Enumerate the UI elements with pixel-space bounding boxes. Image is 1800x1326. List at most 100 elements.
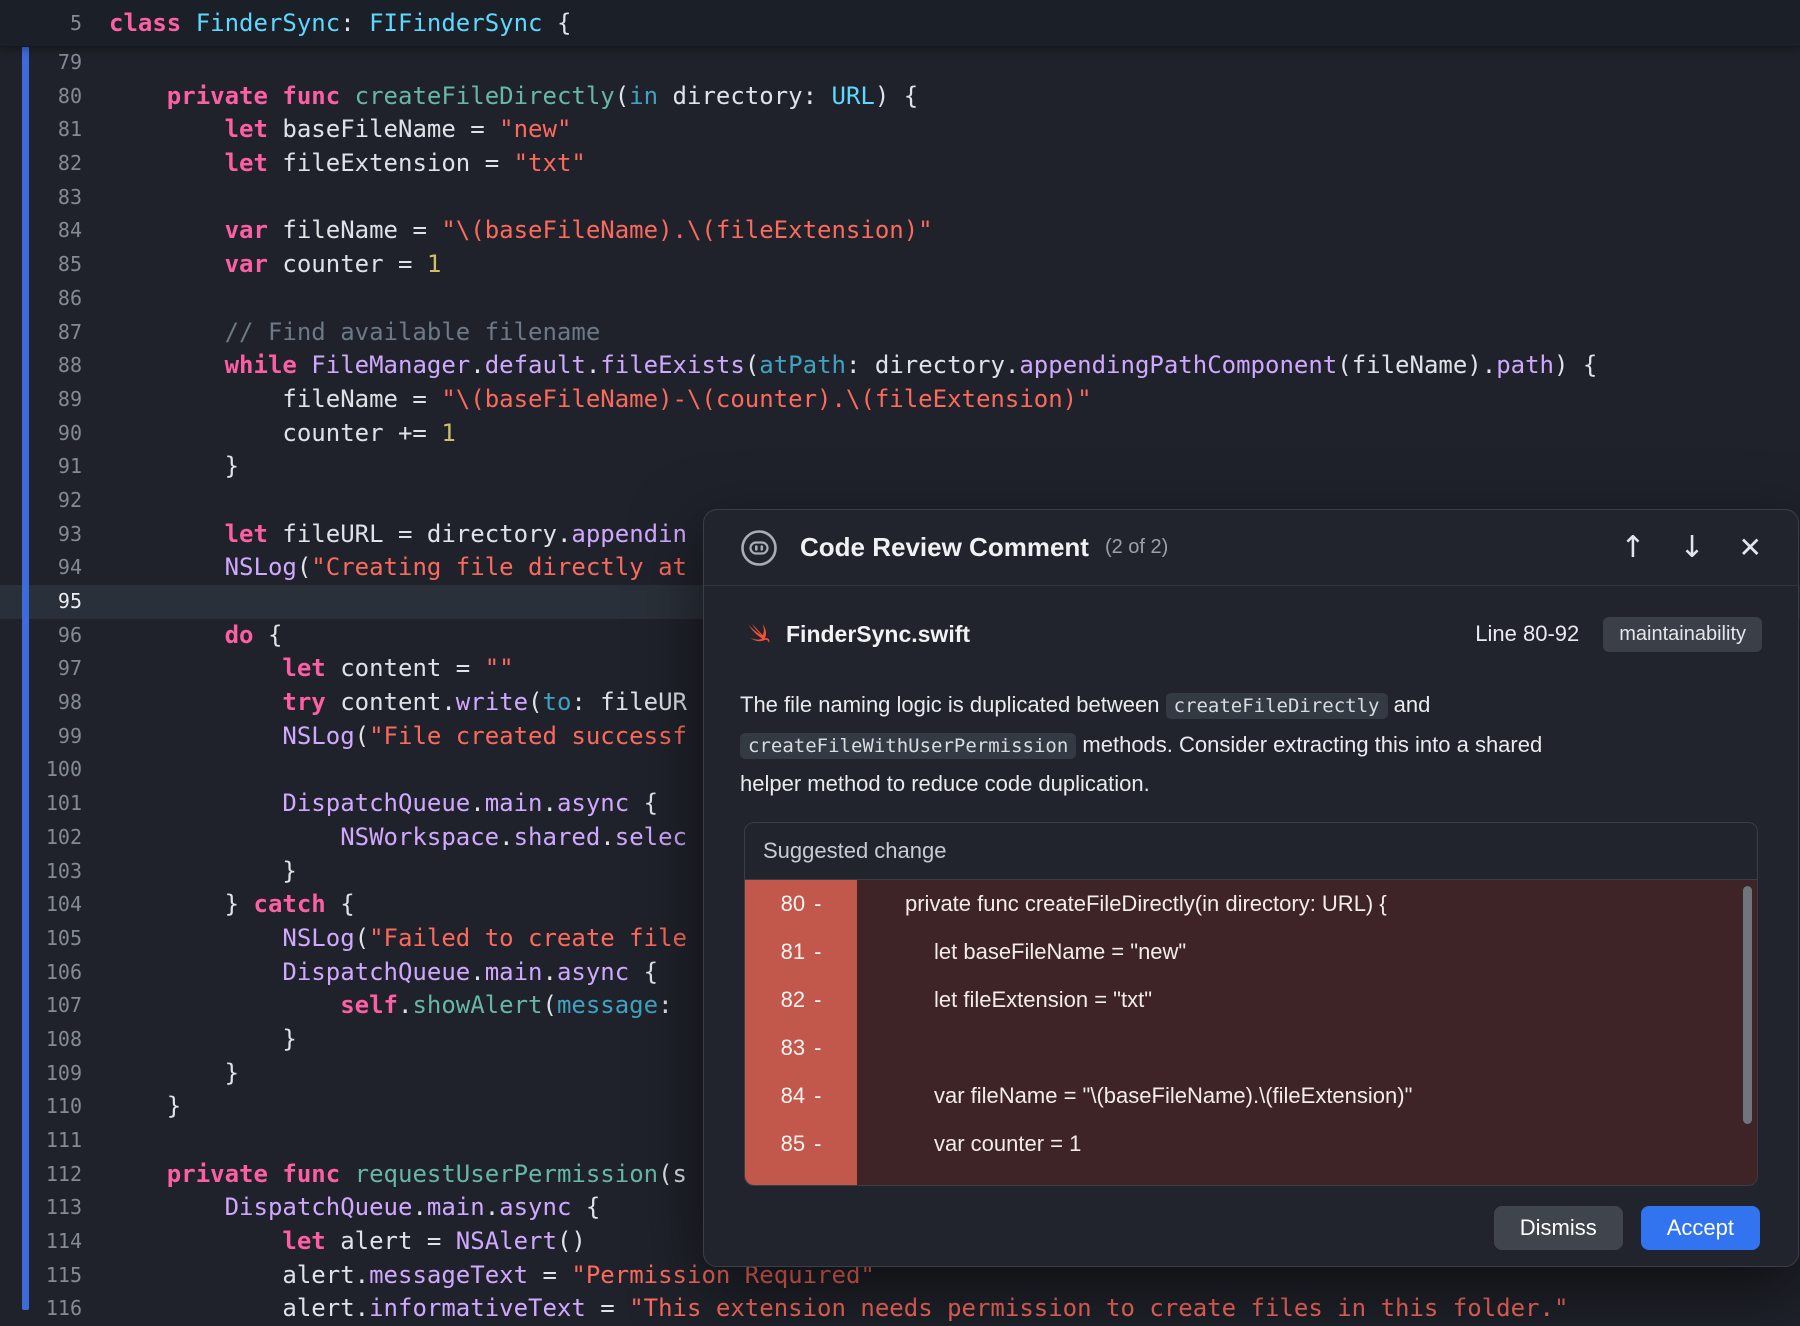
file-name: FinderSync.swift <box>786 621 970 648</box>
line-number: 116 <box>0 1292 82 1326</box>
code-line: 84 var fileName = "\(baseFileName).\(fil… <box>0 214 1800 248</box>
swift-icon <box>740 619 770 649</box>
line-number: 111 <box>0 1124 82 1158</box>
code-text: private func requestUserPermission(s <box>109 1158 687 1192</box>
line-number: 85 <box>0 248 82 282</box>
code-text: NSLog("Failed to create file <box>109 922 687 956</box>
line-number: 105 <box>0 922 82 956</box>
code-text: DispatchQueue.main.async { <box>109 787 658 821</box>
code-text: } <box>109 1057 239 1091</box>
line-number: 96 <box>0 619 82 653</box>
code-line: 116 alert.informativeText = "This extens… <box>0 1292 1800 1326</box>
line-number: 93 <box>0 518 82 552</box>
diff-line-number: 84- <box>745 1072 857 1120</box>
code-line: 89 fileName = "\(baseFileName)-\(counter… <box>0 383 1800 417</box>
line-number: 92 <box>0 484 82 518</box>
line-number: 82 <box>0 147 82 181</box>
line-number: 108 <box>0 1023 82 1057</box>
code-text: while FileManager.default.fileExists(atP… <box>109 349 1597 383</box>
close-icon[interactable]: ✕ <box>1739 534 1762 562</box>
line-number: 100 <box>0 753 82 787</box>
diff-row: 81-let baseFileName = "new" <box>745 928 1757 976</box>
line-number: 84 <box>0 214 82 248</box>
line-number: 80 <box>0 80 82 114</box>
diff-line-number: 85- <box>745 1120 857 1168</box>
code-review-popup: Code Review Comment (2 of 2) ↑ ↓ ✕ Finde… <box>703 509 1799 1267</box>
inline-code: createFileDirectly <box>1166 693 1388 719</box>
code-line: 91 } <box>0 450 1800 484</box>
code-line: 87 // Find available filename <box>0 316 1800 350</box>
code-text: NSWorkspace.shared.selec <box>109 821 687 855</box>
line-number: 113 <box>0 1191 82 1225</box>
diff-area: 80-private func createFileDirectly(in di… <box>745 880 1757 1185</box>
line-number: 107 <box>0 989 82 1023</box>
code-text: NSLog("File created successf <box>109 720 687 754</box>
code-text: let fileExtension = "txt" <box>109 147 586 181</box>
diff-code-text: private func createFileDirectly(in direc… <box>857 891 1387 917</box>
diff-line-number: 82- <box>745 976 857 1024</box>
code-line: 80 private func createFileDirectly(in di… <box>0 80 1800 114</box>
copilot-icon <box>740 529 778 567</box>
line-number: 109 <box>0 1057 82 1091</box>
line-number: 83 <box>0 181 82 215</box>
diff-code-text: var counter = 1 <box>857 1131 1081 1157</box>
line-number: 95 <box>0 585 82 619</box>
line-number: 89 <box>0 383 82 417</box>
line-number: 86 <box>0 282 82 316</box>
accept-button[interactable]: Accept <box>1641 1206 1760 1250</box>
code-line: 86 <box>0 282 1800 316</box>
diff-scrollbar-thumb[interactable] <box>1743 886 1752 1124</box>
code-text: do { <box>109 619 282 653</box>
line-number: 101 <box>0 787 82 821</box>
line-number: 90 <box>0 417 82 451</box>
line-number: 97 <box>0 652 82 686</box>
popup-header: Code Review Comment (2 of 2) ↑ ↓ ✕ <box>704 510 1798 586</box>
line-range: Line 80-92 <box>1475 621 1579 647</box>
line-number: 79 <box>0 46 82 80</box>
line-number: 104 <box>0 888 82 922</box>
line-number: 94 <box>0 551 82 585</box>
line-number: 98 <box>0 686 82 720</box>
popup-buttons: Dismiss Accept <box>1494 1206 1760 1250</box>
code-line: 90 counter += 1 <box>0 417 1800 451</box>
code-line: 82 let fileExtension = "txt" <box>0 147 1800 181</box>
line-number: 112 <box>0 1158 82 1192</box>
line-number: 99 <box>0 720 82 754</box>
previous-comment-icon[interactable]: ↑ <box>1620 533 1645 563</box>
diff-row: 85-var counter = 1 <box>745 1120 1757 1168</box>
code-text: private func createFileDirectly(in direc… <box>109 80 918 114</box>
code-line: 83 <box>0 181 1800 215</box>
comment-counter: (2 of 2) <box>1105 536 1168 559</box>
diff-code-text: var fileName = "\(baseFileName).\(fileEx… <box>857 1083 1412 1109</box>
diff-code-text: let baseFileName = "new" <box>857 939 1186 965</box>
line-number: 114 <box>0 1225 82 1259</box>
line-number: 106 <box>0 956 82 990</box>
code-text: let baseFileName = "new" <box>109 113 571 147</box>
sticky-context-line: 5 class FinderSync: FIFinderSync { <box>0 0 1800 47</box>
file-row: FinderSync.swift Line 80-92 maintainabil… <box>704 610 1798 658</box>
line-number: 110 <box>0 1090 82 1124</box>
diff-line-number: 80- <box>745 880 857 928</box>
line-number: 115 <box>0 1259 82 1293</box>
code-line: 88 while FileManager.default.fileExists(… <box>0 349 1800 383</box>
code-text: DispatchQueue.main.async { <box>109 1191 600 1225</box>
review-comment-text: The file naming logic is duplicated betw… <box>740 686 1762 804</box>
code-text: DispatchQueue.main.async { <box>109 956 658 990</box>
line-number: 103 <box>0 855 82 889</box>
diff-line-number: 81- <box>745 928 857 976</box>
code-line: 79 <box>0 46 1800 80</box>
code-text: var counter = 1 <box>109 248 441 282</box>
dismiss-button[interactable]: Dismiss <box>1494 1206 1623 1250</box>
diff-row: 83- <box>745 1024 1757 1072</box>
diff-row: 80-private func createFileDirectly(in di… <box>745 880 1757 928</box>
code-text: } <box>109 450 239 484</box>
code-text: alert.informativeText = "This extension … <box>109 1292 1568 1326</box>
line-number: 87 <box>0 316 82 350</box>
code-text: NSLog("Creating file directly at <box>109 551 687 585</box>
code-text: var fileName = "\(baseFileName).\(fileEx… <box>109 214 933 248</box>
line-number: 88 <box>0 349 82 383</box>
change-indicator-bar <box>22 46 29 1310</box>
inline-code: createFileWithUserPermission <box>740 733 1076 759</box>
next-comment-icon[interactable]: ↓ <box>1679 533 1704 563</box>
code-text: let content = "" <box>109 652 514 686</box>
